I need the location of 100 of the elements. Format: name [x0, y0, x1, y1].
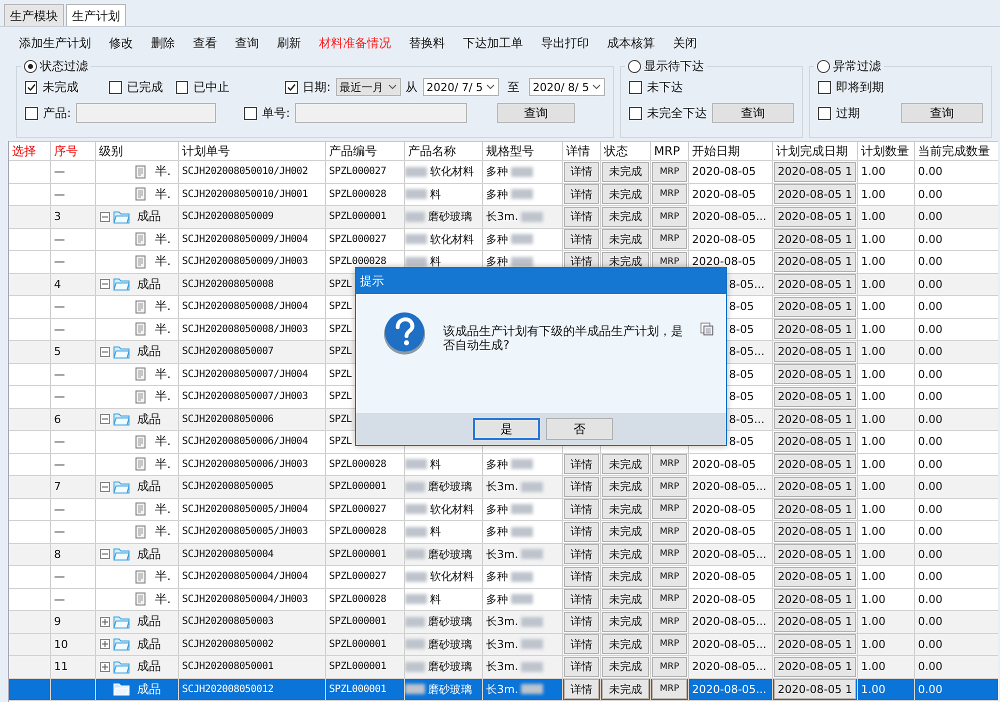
level-text: 半. [155, 500, 171, 518]
planned-quantity: 1.00 [861, 458, 886, 471]
start-date: 2020-08-05 [692, 592, 756, 606]
product-label: 产品: [43, 104, 72, 122]
level-text: 半. [155, 433, 171, 450]
plan-number: SCJH202008050006 [182, 414, 274, 425]
product-name: 软化材料 [430, 232, 474, 247]
completed-quantity: 0.00 [918, 480, 942, 494]
completed-quantity: 0.00 [918, 232, 942, 246]
plan-number: SCJH202008050012 [182, 684, 274, 695]
planned-quantity: 1.00 [861, 390, 886, 404]
start-date: 2020-08-05... [692, 210, 766, 224]
checkbox-label: 即将到期 [836, 78, 885, 96]
plan-number: SCJH202008050004/JH004 [182, 571, 308, 582]
start-date: 2020-08-05 [692, 188, 756, 201]
product-name: 磨砂玻璃 [428, 546, 472, 562]
start-date: 2020-08-05... [692, 615, 766, 628]
spec-text: 多种 [486, 502, 508, 517]
completed-quantity: 0.00 [918, 210, 942, 224]
spec-text: 多种 [486, 456, 508, 472]
planned-quantity: 1.00 [861, 412, 886, 426]
plan-number: SCJH202008050007 [182, 346, 274, 358]
planned-quantity: 1.00 [861, 682, 886, 696]
from-label: 从 [406, 78, 418, 96]
completed-quantity: 0.00 [918, 435, 942, 448]
sequence-number: — [54, 255, 65, 268]
sequence-number: 6 [54, 412, 61, 426]
column-header: 状态 [601, 142, 651, 160]
sequence-number: 9 [54, 615, 61, 628]
sequence-number: 8 [54, 548, 61, 561]
completed-quantity: 0.00 [918, 188, 942, 201]
sequence-number: — [54, 502, 65, 516]
spec-text: 多种 [486, 254, 508, 270]
level-text: 半. [155, 523, 171, 540]
planned-quantity: 1.00 [861, 502, 886, 516]
product-code: SPZL000027 [329, 504, 386, 515]
product-code: SPZL000001 [329, 481, 386, 492]
plan-number: SCJH202008050010/JH001 [182, 188, 308, 200]
plan-number: SCJH202008050009 [182, 211, 274, 222]
level-text: 半. [155, 230, 171, 248]
level-text: 半. [155, 320, 171, 338]
plan-number: SCJH202008050009/JH003 [182, 256, 308, 268]
start-date: 2020-08-05... [692, 638, 766, 651]
column-header: 产品编号 [326, 142, 405, 160]
level-text: 半. [155, 568, 171, 586]
start-date: 2020-08-05 [692, 525, 756, 538]
spec-text: 长3m. [486, 614, 518, 630]
column-header: 序号 [51, 142, 96, 160]
product-code: SPZL [329, 324, 352, 335]
sequence-number: — [54, 322, 65, 336]
completed-quantity: 0.00 [918, 682, 942, 696]
level-text: 半. [155, 253, 171, 270]
group-title: 异常过滤 [833, 58, 881, 75]
group-title: 状态过滤 [40, 58, 88, 75]
sequence-number: 3 [54, 210, 61, 224]
plan-number: SCJH202008050007/JH003 [182, 391, 308, 402]
start-date: 2020-08-05 [692, 458, 756, 471]
completed-quantity: 0.00 [918, 345, 942, 358]
plan-number: SCJH202008050003 [182, 616, 274, 628]
level-text: 成品 [137, 478, 161, 496]
completed-quantity: 0.00 [918, 412, 942, 426]
level-text: 成品 [137, 410, 161, 428]
product-code: SPZL000028 [329, 458, 386, 470]
spec-text: 长3m. [486, 682, 518, 697]
level-text: 半. [155, 298, 171, 316]
column-header: MRP [651, 142, 689, 160]
date-label: 日期: [302, 78, 331, 96]
sequence-number: — [54, 165, 65, 178]
product-name: 磨砂玻璃 [428, 682, 472, 697]
spec-text: 长3m. [486, 659, 518, 674]
planned-quantity: 1.00 [861, 615, 886, 628]
product-code: SPZL000001 [329, 548, 386, 560]
completed-quantity: 0.00 [918, 300, 942, 314]
plan-number: SCJH202008050005/JH004 [182, 504, 308, 515]
plan-number: SCJH202008050008/JH004 [182, 301, 308, 312]
product-code: SPZL [329, 278, 352, 290]
product-name: 料 [430, 254, 441, 270]
planned-quantity: 1.00 [861, 232, 886, 246]
sequence-number: 10 [54, 638, 68, 651]
product-code: SPZL000027 [329, 234, 386, 245]
level-text: 半. [155, 388, 171, 406]
column-header: 详情 [563, 142, 601, 160]
product-code: SPZL000027 [329, 571, 386, 582]
plan-number: SCJH202008050004 [182, 548, 274, 560]
start-date: 8-05 [729, 322, 754, 336]
start-date: 2020-08-05 [692, 570, 756, 584]
spec-text: 长3m. [486, 546, 518, 562]
start-date: 2020-08-05 [692, 255, 756, 268]
level-text: 半. [155, 590, 171, 608]
product-code: SPZL000001 [329, 661, 386, 672]
spec-text: 多种 [486, 232, 508, 247]
start-date: 8-05 [729, 368, 754, 381]
product-name: 软化材料 [430, 502, 474, 517]
planned-quantity: 1.00 [861, 548, 886, 561]
product-name: 磨砂玻璃 [428, 636, 472, 652]
completed-quantity: 0.00 [918, 592, 942, 606]
product-name: 料 [430, 592, 441, 607]
column-header: 计划单号 [179, 142, 326, 160]
column-header: 当前完成数量 [915, 142, 998, 160]
start-date: 8-05 [729, 435, 754, 448]
